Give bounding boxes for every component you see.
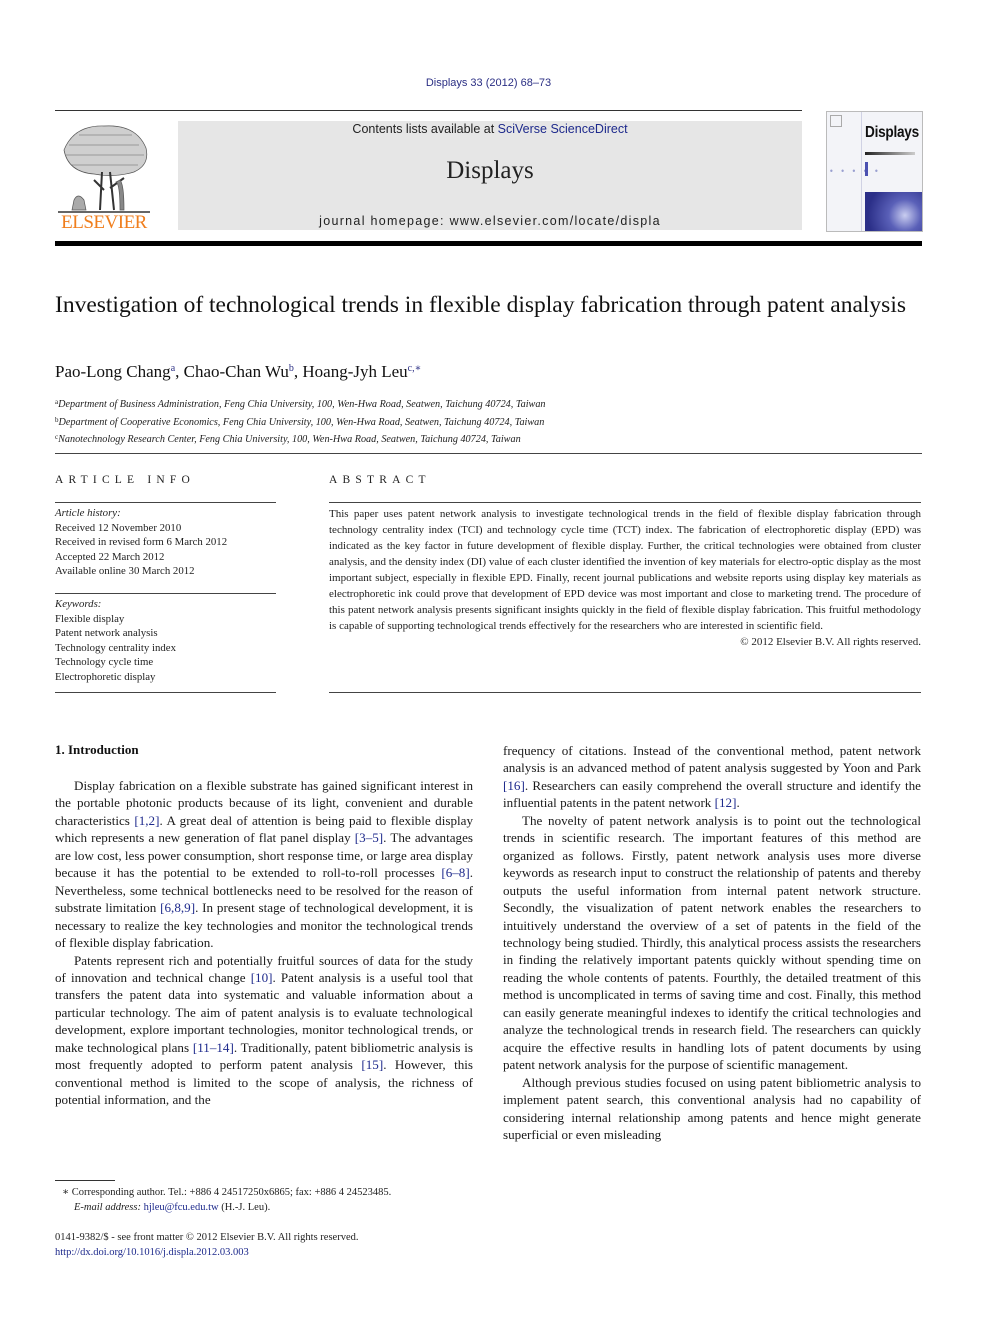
abstract-bottom-rule [329,692,921,693]
history-revised: Received in revised form 6 March 2012 [55,536,228,549]
abstract-paragraph: This paper uses patent network analysis … [329,508,921,632]
email-suffix: (H.-J. Leu). [218,1201,271,1213]
history-label: Article history: [55,507,121,519]
body-column-left: Display fabrication on a flexible substr… [55,777,473,1109]
history-received: Received 12 November 2010 [55,521,182,534]
article-info-heading: ARTICLE INFO [55,474,195,486]
footnote-rule [55,1180,115,1181]
body-text: Although previous studies focused on usi… [503,1074,921,1142]
cover-bar [865,152,915,155]
issn-line: 0141-9382/$ - see front matter © 2012 El… [55,1232,359,1243]
article-history: Article history: Received 12 November 20… [55,506,227,579]
affiliation-text: Department of Cooperative Economics, Fen… [58,416,545,428]
body-paragraph: Patents represent rich and potentially f… [55,952,473,1109]
body-text: frequency of citations. Instead of the c… [503,743,921,776]
body-paragraph: Display fabrication on a flexible substr… [55,777,473,952]
footnote-mark: ∗ [62,1187,70,1198]
history-accepted: Accepted 22 March 2012 [55,550,165,563]
keyword-item: Technology cycle time [55,656,154,669]
reference-link[interactable]: [10] [251,970,273,985]
body-text: . Researchers can easily comprehend the … [503,777,921,811]
article-info-rule [55,502,276,503]
cover-title: Displays [865,124,919,141]
author-3-affil-link[interactable]: c,∗ [408,363,422,374]
author-2: Chao-Chan Wu [183,362,289,381]
section-heading-introduction: 1. Introduction [55,742,139,757]
cover-dots: • • • • • [829,167,881,176]
keyword-item: Electrophoretic display [55,670,156,683]
body-paragraph: frequency of citations. Instead of the c… [503,742,921,812]
keywords-list: Keywords: Flexible display Patent networ… [55,597,176,685]
author-list: Pao-Long Changa, Chao-Chan Wub, Hoang-Jy… [55,362,421,382]
journal-citation-link[interactable]: Displays 33 (2012) 68–73 [0,77,977,89]
history-online: Available online 30 March 2012 [55,565,195,578]
keyword-item: Flexible display [55,612,125,625]
keyword-item: Patent network analysis [55,627,158,640]
article-title: Investigation of technological trends in… [55,292,906,318]
body-text: The novelty of patent network analysis i… [503,812,921,1073]
journal-cover-thumbnail: Displays • • • • • [826,111,923,232]
abstract-rule [329,502,921,503]
section-divider [55,453,922,454]
affiliations: aDepartment of Business Administration, … [55,395,546,448]
elsevier-logo-text: ELSEVIER [61,212,147,233]
front-matter: 0141-9382/$ - see front matter © 2012 El… [55,1231,358,1260]
journal-header-box: Contents lists available at SciVerse Sci… [178,121,802,230]
abstract-body: This paper uses patent network analysis … [329,506,921,650]
journal-name: Displays [446,157,534,184]
header-thick-rule [55,241,922,246]
contents-prefix: Contents lists available at [352,122,498,136]
reference-link[interactable]: [3–5] [355,830,383,845]
abstract-copyright: © 2012 Elsevier B.V. All rights reserved… [740,636,921,648]
body-text: . [736,795,740,811]
affiliation-text: Nanotechnology Research Center, Feng Chi… [58,434,521,445]
reference-link[interactable]: [6,8,9] [160,900,195,915]
corresponding-author-footnote: ∗ Corresponding author. Tel.: +886 4 245… [62,1186,391,1215]
author-1: Pao-Long Chang [55,362,171,381]
header-top-rule [55,110,802,111]
sciencedirect-link[interactable]: SciVerse ScienceDirect [498,122,628,136]
affiliation-c: cNanotechnology Research Center, Feng Ch… [55,430,546,448]
doi-link[interactable]: http://dx.doi.org/10.1016/j.displa.2012.… [55,1247,249,1258]
author-email-link[interactable]: hjleu@fcu.edu.tw [144,1202,219,1213]
keywords-rule [55,593,276,594]
reference-link[interactable]: [15] [361,1057,383,1072]
homepage-url-link[interactable]: www.elsevier.com/locate/displa [450,214,661,228]
affiliation-text: Department of Business Administration, F… [58,399,546,410]
body-paragraph: The novelty of patent network analysis i… [503,812,921,1074]
reference-link[interactable]: [6–8] [441,865,469,880]
cover-mark [865,162,868,176]
affiliation-b: bDepartment of Cooperative Economics, Fe… [55,413,546,431]
contents-availability: Contents lists available at SciVerse Sci… [178,121,802,137]
reference-link[interactable]: [12] [715,795,737,810]
body-column-right: frequency of citations. Instead of the c… [503,742,921,1143]
author-sep: , [175,362,184,381]
footnote-text: Corresponding author. Tel.: +886 4 24517… [71,1187,392,1198]
journal-homepage: journal homepage: www.elsevier.com/locat… [178,214,802,228]
reference-link[interactable]: [16] [503,778,525,793]
homepage-prefix: journal homepage: [319,214,450,228]
cover-image-block [865,192,922,231]
cover-publisher-logo-icon [830,115,842,127]
abstract-heading: ABSTRACT [329,474,431,486]
author-3: Hoang-Jyh Leu [302,362,408,381]
reference-link[interactable]: [11–14] [193,1040,234,1055]
email-label: E-mail address: [74,1201,141,1213]
affiliation-a: aDepartment of Business Administration, … [55,395,546,413]
reference-link[interactable]: [1,2] [134,813,159,828]
keyword-item: Technology centrality index [55,641,176,654]
body-paragraph: Although previous studies focused on usi… [503,1074,921,1144]
keywords-label: Keywords: [55,598,102,610]
article-info-bottom-rule [55,692,276,693]
